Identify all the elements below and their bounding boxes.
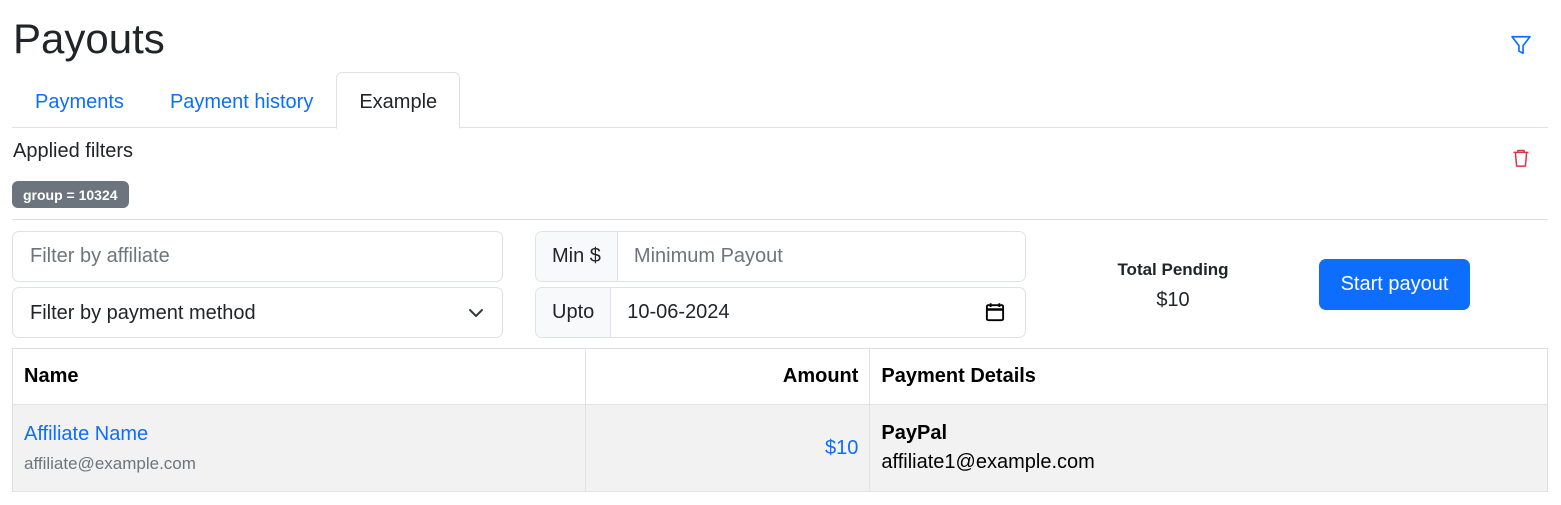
upto-date-value: 10-06-2024 (627, 301, 730, 323)
column-header-name: Name (12, 348, 586, 405)
upto-date-group: Upto 10-06-2024 (535, 287, 1026, 338)
total-pending-value: $10 (1156, 289, 1190, 311)
affiliate-email: affiliate@example.com (24, 453, 196, 473)
filter-badge[interactable]: group = 10324 (12, 181, 129, 208)
min-payout-input[interactable] (617, 232, 1025, 281)
tab-payment-history[interactable]: Payment history (147, 72, 336, 128)
table-row: Affiliate Name affiliate@example.com $10… (12, 404, 1548, 492)
payment-method-select[interactable]: Filter by payment method (12, 287, 503, 338)
tab-example[interactable]: Example (336, 72, 461, 129)
calendar-icon[interactable] (985, 302, 1005, 322)
divider (12, 219, 1548, 220)
payment-method-select-value: Filter by payment method (30, 302, 256, 324)
applied-filters-title: Applied filters (13, 140, 134, 162)
trash-icon (1513, 149, 1529, 167)
upto-addon: Upto (536, 288, 612, 337)
tab-bar: Payments Payment history Example (12, 72, 1548, 129)
column-header-payment-details: Payment Details (869, 348, 1548, 405)
payment-details-cell: PayPal affiliate1@example.com (869, 404, 1548, 492)
tab-payments[interactable]: Payments (12, 72, 147, 128)
chevron-down-icon (469, 309, 483, 317)
table-header-row: Name Amount Payment Details (12, 348, 1548, 405)
affiliate-filter-input[interactable] (12, 231, 503, 282)
start-payout-button[interactable]: Start payout (1319, 259, 1470, 310)
upto-date-input[interactable]: 10-06-2024 (611, 288, 1025, 337)
amount-link[interactable]: $10 (584, 404, 871, 492)
min-payout-group: Min $ (535, 231, 1026, 282)
min-payout-addon: Min $ (536, 232, 618, 281)
payment-method-name: PayPal (881, 422, 948, 444)
filter-button[interactable] (1506, 32, 1536, 58)
filter-icon (1511, 35, 1531, 55)
payment-method-email: affiliate1@example.com (881, 451, 1095, 473)
column-header-amount: Amount (584, 348, 871, 405)
name-cell: Affiliate Name affiliate@example.com (12, 404, 586, 492)
affiliate-name-link[interactable]: Affiliate Name (24, 423, 574, 446)
clear-filters-button[interactable] (1508, 145, 1534, 171)
total-pending-label: Total Pending (1117, 260, 1229, 279)
page-title: Payouts (13, 15, 165, 62)
payouts-table: Name Amount Payment Details Affiliate Na… (12, 348, 1548, 492)
